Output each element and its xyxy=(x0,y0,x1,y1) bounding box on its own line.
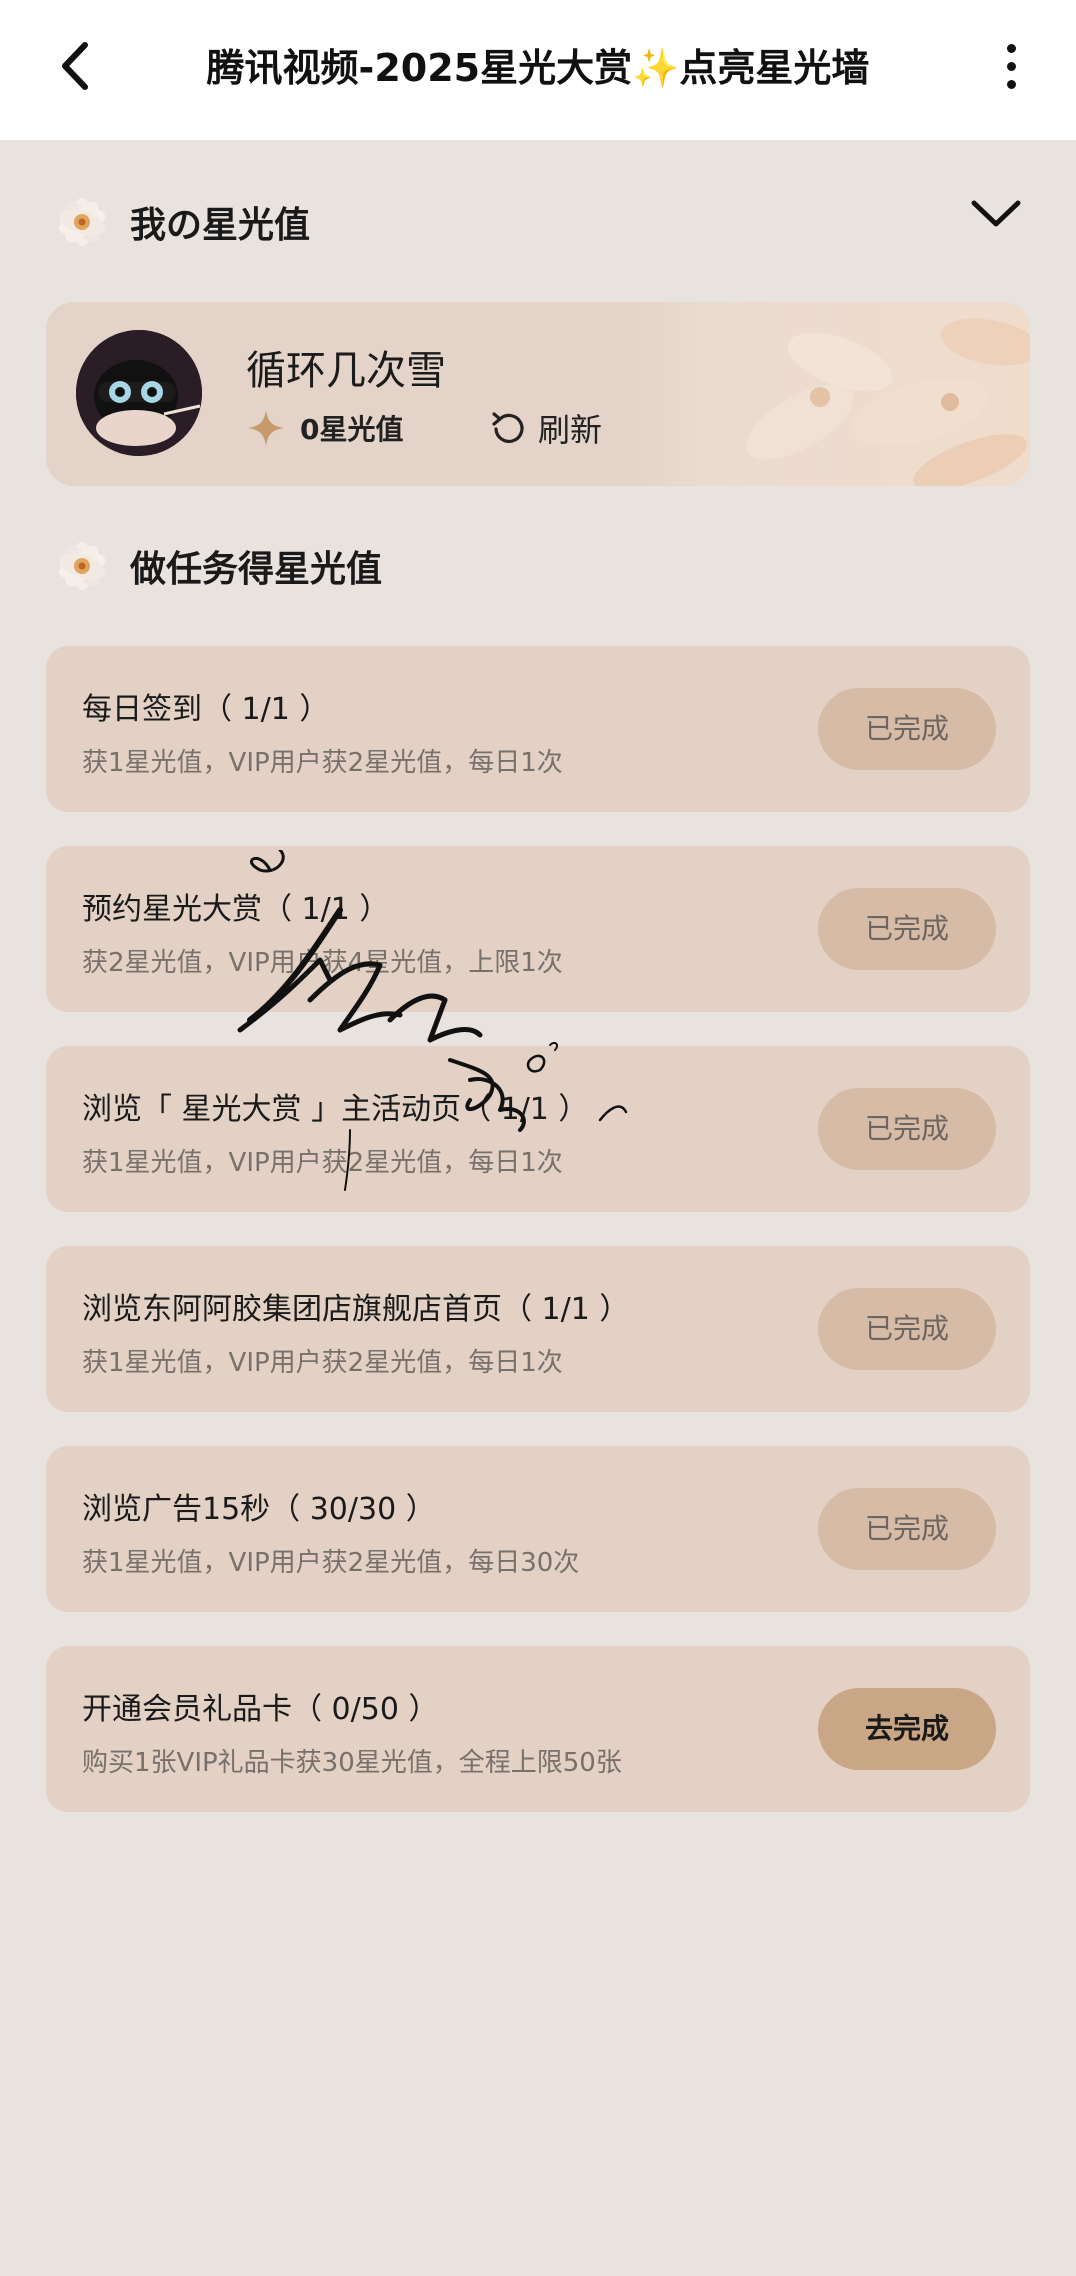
task-title: 浏览「 星光大赏 」主活动页（ 1/1 ） xyxy=(82,1092,589,1127)
more-options-button[interactable] xyxy=(996,36,1026,96)
task-completed-button[interactable]: 已完成 xyxy=(818,888,996,970)
collapse-toggle[interactable] xyxy=(966,188,1026,238)
task-card: 开通会员礼品卡（ 0/50 ） 购买1张VIP礼品卡获30星光值，全程上限50张… xyxy=(46,1646,1030,1812)
more-dot xyxy=(1006,79,1016,89)
star-value-text: 0星光值 xyxy=(300,413,404,446)
tasks-title: 做任务得星光值 xyxy=(130,549,383,590)
title-prefix: 腾讯视频-2025星光大赏 xyxy=(206,46,633,90)
task-title: 预约星光大赏（ 1/1 ） xyxy=(82,892,390,927)
task-list: 每日签到（ 1/1 ） 获1星光值，VIP用户获2星光值，每日1次 已完成 预约… xyxy=(46,646,1030,1846)
star-sparkle-icon xyxy=(248,410,284,446)
flower-icon xyxy=(46,530,118,602)
flower-background xyxy=(590,302,1030,486)
refresh-label: 刷新 xyxy=(538,411,603,449)
task-description: 获1星光值，VIP用户获2星光值，每日1次 xyxy=(82,1148,563,1178)
refresh-button[interactable]: 刷新 xyxy=(490,406,602,450)
flower-icon xyxy=(46,186,118,258)
task-card: 预约星光大赏（ 1/1 ） 获2星光值，VIP用户获4星光值，上限1次 已完成 xyxy=(46,846,1030,1012)
tasks-header: 做任务得星光值 xyxy=(46,526,382,606)
chevron-left-icon xyxy=(62,42,88,90)
username: 循环几次雪 xyxy=(246,348,446,394)
more-dot xyxy=(1006,61,1016,71)
task-title: 浏览广告15秒（ 30/30 ） xyxy=(82,1492,436,1527)
task-description: 购买1张VIP礼品卡获30星光值，全程上限50张 xyxy=(82,1748,622,1778)
avatar[interactable] xyxy=(76,330,202,456)
refresh-icon xyxy=(492,412,524,443)
chevron-down-icon xyxy=(971,200,1021,227)
task-card: 浏览广告15秒（ 30/30 ） 获1星光值，VIP用户获2星光值，每日30次 … xyxy=(46,1446,1030,1612)
task-completed-button[interactable]: 已完成 xyxy=(818,1488,996,1570)
sparkles-icon: ✨ xyxy=(632,46,680,90)
task-title: 浏览东阿阿胶集团店旗舰店首页（ 1/1 ） xyxy=(82,1292,630,1327)
task-completed-button[interactable]: 已完成 xyxy=(818,688,996,770)
star-value: 0星光值 xyxy=(246,406,403,450)
task-description: 获2星光值，VIP用户获4星光值，上限1次 xyxy=(82,948,563,978)
task-completed-button[interactable]: 已完成 xyxy=(818,1088,996,1170)
task-description: 获1星光值，VIP用户获2星光值，每日1次 xyxy=(82,748,563,778)
task-go-complete-button[interactable]: 去完成 xyxy=(818,1688,996,1770)
top-bar: 腾讯视频-2025星光大赏✨点亮星光墙 xyxy=(0,0,1076,140)
back-button[interactable] xyxy=(44,36,104,96)
task-completed-button[interactable]: 已完成 xyxy=(818,1288,996,1370)
task-title: 开通会员礼品卡（ 0/50 ） xyxy=(82,1692,439,1727)
task-card: 浏览「 星光大赏 」主活动页（ 1/1 ） 获1星光值，VIP用户获2星光值，每… xyxy=(46,1046,1030,1212)
page-title: 腾讯视频-2025星光大赏✨点亮星光墙 xyxy=(120,38,956,98)
task-card: 每日签到（ 1/1 ） 获1星光值，VIP用户获2星光值，每日1次 已完成 xyxy=(46,646,1030,812)
task-description: 获1星光值，VIP用户获2星光值，每日1次 xyxy=(82,1348,563,1378)
task-title: 每日签到（ 1/1 ） xyxy=(82,692,330,727)
profile-card: 循环几次雪 0星光值 刷新 xyxy=(46,302,1030,486)
more-dot xyxy=(1006,43,1016,53)
task-description: 获1星光值，VIP用户获2星光值，每日30次 xyxy=(82,1548,580,1578)
task-card: 浏览东阿阿胶集团店旗舰店首页（ 1/1 ） 获1星光值，VIP用户获2星光值，每… xyxy=(46,1246,1030,1412)
my-stars-title: 我の星光值 xyxy=(130,205,311,246)
my-stars-header: 我の星光值 xyxy=(46,182,310,262)
title-suffix: 点亮星光墙 xyxy=(679,46,870,90)
